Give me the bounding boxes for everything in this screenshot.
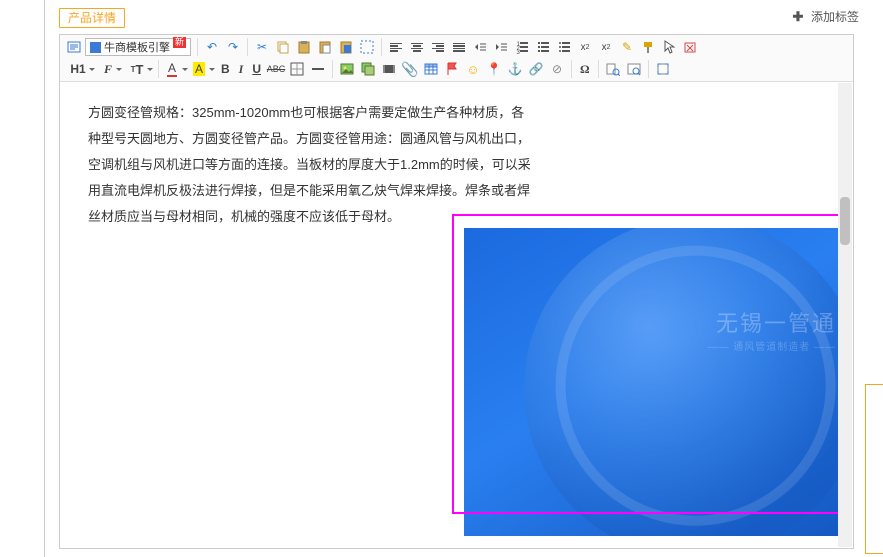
new-badge: 新 bbox=[173, 37, 186, 48]
symbol-icon[interactable]: Ω bbox=[576, 59, 594, 79]
content-line: 用直流电焊机反极法进行焊接，但是不能采用氧乙炔气焊来焊接。焊条或者焊 bbox=[88, 178, 825, 204]
paste-icon[interactable] bbox=[294, 37, 314, 57]
custom-list-icon[interactable] bbox=[554, 37, 574, 57]
multi-image-icon[interactable] bbox=[358, 59, 378, 79]
undo-icon[interactable]: ↶ bbox=[202, 37, 222, 57]
link-icon[interactable]: 🔗 bbox=[526, 59, 546, 79]
flag-icon[interactable] bbox=[442, 59, 462, 79]
editor-toolbar: 牛商模板引擎 新 ↶ ↷ ✂ bbox=[60, 35, 853, 82]
underline-button[interactable]: U bbox=[248, 59, 265, 79]
video-icon[interactable] bbox=[379, 59, 399, 79]
paste-word-icon[interactable] bbox=[336, 37, 356, 57]
align-center-icon[interactable] bbox=[407, 37, 427, 57]
redo-icon[interactable]: ↷ bbox=[223, 37, 243, 57]
copy-icon[interactable] bbox=[273, 37, 293, 57]
select-all-icon[interactable] bbox=[357, 37, 377, 57]
tab-bar: 产品详情 ✚ 添加标签 bbox=[45, 6, 883, 30]
format-brush-icon[interactable] bbox=[638, 37, 658, 57]
source-icon[interactable] bbox=[64, 37, 84, 57]
strikethrough-button[interactable]: ABC bbox=[266, 59, 286, 79]
hr-icon[interactable] bbox=[308, 59, 328, 79]
align-right-icon[interactable] bbox=[428, 37, 448, 57]
fullscreen-icon[interactable] bbox=[653, 59, 673, 79]
cursor-icon[interactable] bbox=[659, 37, 679, 57]
remove-icon[interactable] bbox=[680, 37, 700, 57]
bold-button[interactable]: B bbox=[217, 59, 234, 79]
pin-icon[interactable]: 📍 bbox=[484, 59, 504, 79]
font-size-select[interactable]: TTT bbox=[124, 59, 154, 79]
subscript-icon[interactable]: x2 bbox=[596, 37, 616, 57]
side-panel-sliver[interactable] bbox=[865, 384, 883, 554]
template-engine-button[interactable]: 牛商模板引擎 新 bbox=[85, 38, 191, 56]
border-icon[interactable] bbox=[287, 59, 307, 79]
font-color-select[interactable]: A bbox=[163, 59, 189, 79]
align-left-icon[interactable] bbox=[386, 37, 406, 57]
content-line: 方圆变径管规格：325mm-1020mm也可根据客户需要定做生产各种材质，各 bbox=[88, 100, 825, 126]
font-family-select[interactable]: F bbox=[97, 59, 123, 79]
align-justify-icon[interactable] bbox=[449, 37, 469, 57]
paste-text-icon[interactable] bbox=[315, 37, 335, 57]
add-tag-button[interactable]: ✚ 添加标签 bbox=[791, 8, 859, 25]
preview-icon[interactable] bbox=[624, 59, 644, 79]
product-image: 无锡一管通 —— 通风管道制造者 —— bbox=[464, 228, 844, 536]
tab-product-detail[interactable]: 产品详情 bbox=[59, 8, 125, 28]
template-engine-label: 牛商模板引擎 bbox=[104, 39, 170, 55]
plus-icon: ✚ bbox=[791, 10, 805, 24]
vertical-scrollbar[interactable] bbox=[838, 83, 852, 547]
outdent-icon[interactable] bbox=[470, 37, 490, 57]
cut-icon[interactable]: ✂ bbox=[252, 37, 272, 57]
template-logo-icon bbox=[90, 42, 101, 53]
anchor-icon[interactable]: ⚓ bbox=[505, 59, 525, 79]
ordered-list-icon[interactable]: 123 bbox=[512, 37, 532, 57]
italic-button[interactable]: I bbox=[235, 59, 248, 79]
indent-icon[interactable] bbox=[491, 37, 511, 57]
scrollbar-thumb[interactable] bbox=[840, 197, 850, 245]
image-icon[interactable] bbox=[337, 59, 357, 79]
clear-format-icon[interactable]: ✎ bbox=[617, 37, 637, 57]
rich-text-editor: 牛商模板引擎 新 ↶ ↷ ✂ bbox=[59, 34, 854, 549]
search-replace-icon[interactable] bbox=[603, 59, 623, 79]
unlink-icon[interactable]: ⊘ bbox=[547, 59, 567, 79]
paragraph-format-select[interactable]: H1 bbox=[64, 59, 96, 79]
unordered-list-icon[interactable] bbox=[533, 37, 553, 57]
emoji-icon[interactable]: ☺ bbox=[463, 59, 483, 79]
content-line: 丝材质应当与母材相同，机械的强度不应该低于母材。 bbox=[88, 204, 825, 230]
table-icon[interactable] bbox=[421, 59, 441, 79]
content-line: 空调机组与风机进口等方面的连接。当板材的厚度大于1.2mm的时候，可以采 bbox=[88, 152, 825, 178]
content-line: 种型号天圆地方、方圆变径管产品。方圆变径管用途：圆通风管与风机出口， bbox=[88, 126, 825, 152]
attachment-icon[interactable]: 📎 bbox=[400, 59, 420, 79]
highlight-color-select[interactable]: A bbox=[190, 59, 216, 79]
add-tag-label: 添加标签 bbox=[811, 8, 859, 25]
superscript-icon[interactable]: x2 bbox=[575, 37, 595, 57]
watermark: 无锡一管通 —— 通风管道制造者 —— bbox=[707, 306, 836, 353]
